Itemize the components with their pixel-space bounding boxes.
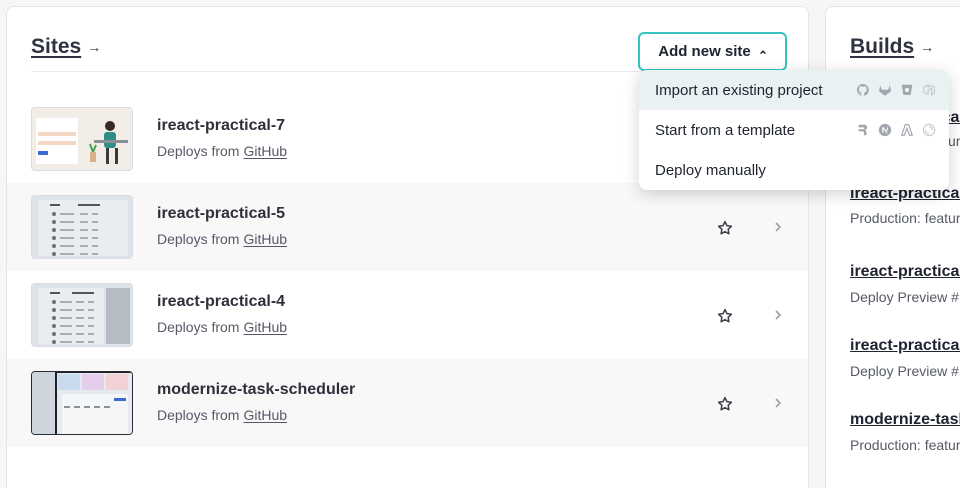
- add-new-site-button[interactable]: Add new site: [638, 32, 787, 71]
- builds-heading[interactable]: Builds →: [850, 35, 934, 59]
- site-thumbnail: [31, 371, 133, 435]
- chevron-up-icon: [759, 49, 766, 54]
- menu-item-start-template[interactable]: Start from a template: [639, 110, 949, 150]
- sites-title[interactable]: Sites: [31, 35, 81, 59]
- github-icon: [855, 82, 871, 98]
- arrow-right-icon: →: [920, 39, 935, 55]
- nextjs-icon: [877, 122, 893, 138]
- menu-item-label: Import an existing project: [655, 81, 823, 99]
- gatsby-icon: [921, 122, 937, 138]
- site-thumbnail: [31, 195, 133, 259]
- chevron-right-icon[interactable]: [773, 397, 783, 409]
- site-row[interactable]: ireact-practical-5 Deploys from GitHub: [7, 183, 808, 271]
- remix-icon: [855, 122, 871, 138]
- build-context: Deploy Preview #1: [850, 363, 960, 379]
- build-site-name[interactable]: ireact-practical-: [850, 263, 960, 281]
- deploy-prefix: Deploys from: [157, 319, 240, 335]
- deploy-prefix: Deploys from: [157, 143, 240, 159]
- azure-devops-icon: [921, 82, 937, 98]
- site-thumbnail: [31, 107, 133, 171]
- build-context: Deploy Preview #1: [850, 289, 960, 305]
- chevron-right-icon[interactable]: [773, 221, 783, 233]
- site-deploy-info: Deploys from GitHub: [157, 231, 287, 247]
- site-deploy-info: Deploys from GitHub: [157, 407, 287, 423]
- build-site-name[interactable]: modernize-task: [850, 411, 960, 429]
- site-deploy-info: Deploys from GitHub: [157, 143, 287, 159]
- build-site-name[interactable]: ireact-practical-: [850, 337, 960, 355]
- build-row[interactable]: modernize-task Production: featur: [826, 397, 960, 471]
- sites-heading[interactable]: Sites →: [31, 35, 101, 59]
- site-name[interactable]: modernize-task-scheduler: [157, 381, 355, 399]
- site-name[interactable]: ireact-practical-7: [157, 117, 285, 135]
- menu-item-label: Deploy manually: [655, 161, 766, 179]
- menu-item-deploy-manually[interactable]: Deploy manually: [639, 150, 949, 190]
- bitbucket-icon: [899, 82, 915, 98]
- provider-icons: [855, 82, 937, 98]
- site-deploy-info: Deploys from GitHub: [157, 319, 287, 335]
- site-name[interactable]: ireact-practical-4: [157, 293, 285, 311]
- site-row[interactable]: modernize-task-scheduler Deploys from Git…: [7, 359, 808, 447]
- site-name[interactable]: ireact-practical-5: [157, 205, 285, 223]
- site-thumbnail: [31, 283, 133, 347]
- build-row[interactable]: ireact-practical- Deploy Preview #1: [826, 249, 960, 323]
- repo-link[interactable]: GitHub: [243, 231, 287, 247]
- build-context: Production: featur: [850, 210, 960, 226]
- deploy-prefix: Deploys from: [157, 231, 240, 247]
- build-context: Production: featur: [850, 437, 960, 453]
- repo-link[interactable]: GitHub: [243, 319, 287, 335]
- build-row[interactable]: ireact-practical- Deploy Preview #1: [826, 323, 960, 397]
- astro-icon: [899, 122, 915, 138]
- gitlab-icon: [877, 82, 893, 98]
- deploy-prefix: Deploys from: [157, 407, 240, 423]
- star-icon[interactable]: [716, 307, 734, 325]
- framework-icons: [855, 122, 937, 138]
- builds-title[interactable]: Builds: [850, 35, 914, 59]
- site-row[interactable]: ireact-practical-4 Deploys from GitHub: [7, 271, 808, 359]
- chevron-right-icon[interactable]: [773, 309, 783, 321]
- add-site-dropdown-menu: Import an existing project Start from a …: [639, 70, 949, 190]
- menu-item-label: Start from a template: [655, 121, 796, 139]
- menu-item-import-project[interactable]: Import an existing project: [639, 70, 949, 110]
- repo-link[interactable]: GitHub: [243, 143, 287, 159]
- star-icon[interactable]: [716, 395, 734, 413]
- repo-link[interactable]: GitHub: [243, 407, 287, 423]
- add-new-site-label: Add new site: [658, 43, 751, 60]
- arrow-right-icon: →: [87, 39, 102, 55]
- star-icon[interactable]: [716, 219, 734, 237]
